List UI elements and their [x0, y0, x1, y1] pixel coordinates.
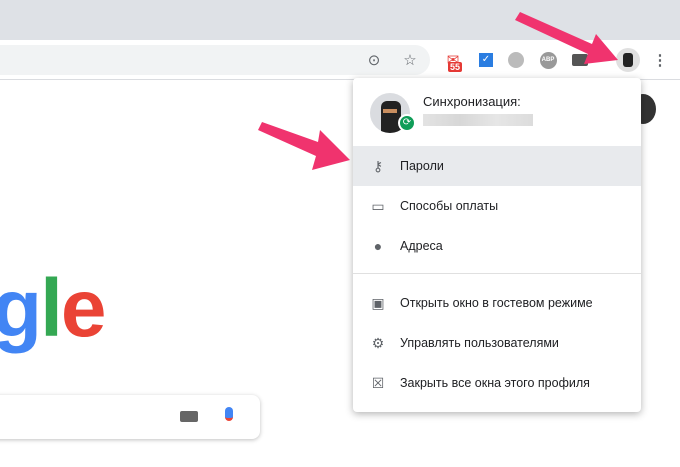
arrow-to-passwords [258, 122, 350, 170]
annotation-arrows [258, 12, 618, 170]
arrow-to-avatar [515, 12, 618, 64]
